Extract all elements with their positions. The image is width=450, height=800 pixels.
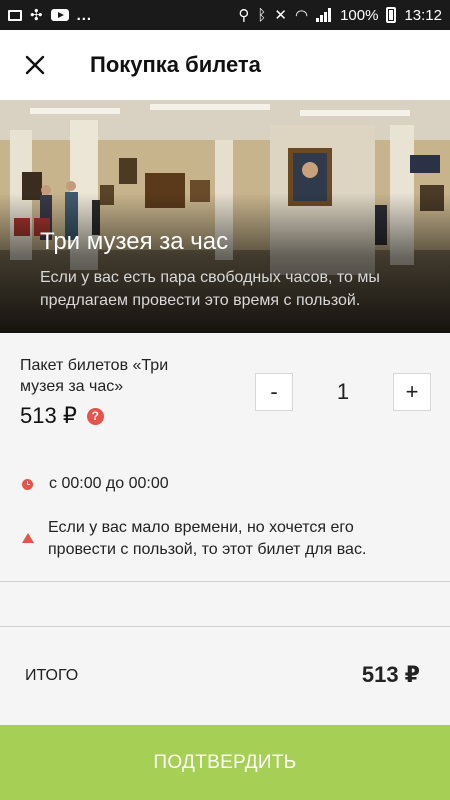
notification-icons: ✣ ...: [8, 6, 92, 24]
battery-icon: [386, 7, 397, 23]
total-label: ИТОГО: [25, 667, 79, 684]
close-icon: [25, 55, 45, 75]
time-range-row: с 00:00 до 00:00: [20, 475, 169, 493]
package-price-row: 513 ₽ ?: [20, 403, 104, 429]
page-title: Покупка билета: [90, 52, 261, 77]
price-help-icon[interactable]: ?: [86, 407, 104, 425]
confirm-button[interactable]: ПОДТВЕРДИТЬ: [0, 725, 450, 800]
youtube-notification-icon: [50, 9, 69, 21]
quantity-value: 1: [336, 379, 350, 404]
package-price: 513 ₽: [20, 403, 77, 428]
ticket-note-row: Если у вас мало времени, но хочется его …: [20, 517, 418, 561]
divider: [0, 581, 450, 582]
pinwheel-notification-icon: ✣: [30, 7, 43, 24]
image-notification-icon: [8, 9, 22, 21]
location-icon: ⚲: [238, 7, 250, 24]
signal-icon: [316, 8, 332, 22]
ticket-section: Пакет билетов «Три музея за час» 513 ₽ ?…: [0, 333, 450, 581]
bluetooth-icon: ᛒ: [257, 6, 267, 24]
quantity-stepper: - 1 +: [255, 373, 431, 411]
mute-icon: ✕: [274, 7, 287, 24]
increase-quantity-button[interactable]: +: [393, 373, 431, 411]
clock-icon: [22, 478, 33, 490]
hero-gradient-overlay: [0, 193, 450, 333]
total-value: 513 ₽: [361, 662, 420, 687]
clock-time: 13:12: [404, 6, 442, 24]
warning-icon: [22, 533, 34, 543]
more-notifications-indicator: ...: [76, 6, 93, 24]
hero-description: Если у вас есть пара свободных часов, то…: [40, 269, 380, 309]
hero-title: Три музея за час: [40, 228, 229, 255]
status-bar: ✣ ... ⚲ ᛒ ✕ ◠ 100% 13:12: [0, 0, 450, 30]
decrease-quantity-button[interactable]: -: [255, 373, 293, 411]
close-button[interactable]: [10, 40, 60, 90]
wifi-icon: ◠: [294, 7, 309, 24]
total-row: ИТОГО 513 ₽: [0, 627, 450, 725]
battery-percent: 100%: [340, 6, 379, 24]
ticket-note: Если у вас мало времени, но хочется его …: [48, 519, 367, 558]
app-bar: Покупка билета: [0, 30, 450, 100]
time-range: с 00:00 до 00:00: [49, 475, 169, 492]
hero-banner: Три музея за час Если у вас есть пара св…: [0, 100, 450, 333]
package-name: Пакет билетов «Три музея за час»: [20, 357, 169, 395]
system-icons: ⚲ ᛒ ✕ ◠ 100% 13:12: [238, 6, 442, 25]
